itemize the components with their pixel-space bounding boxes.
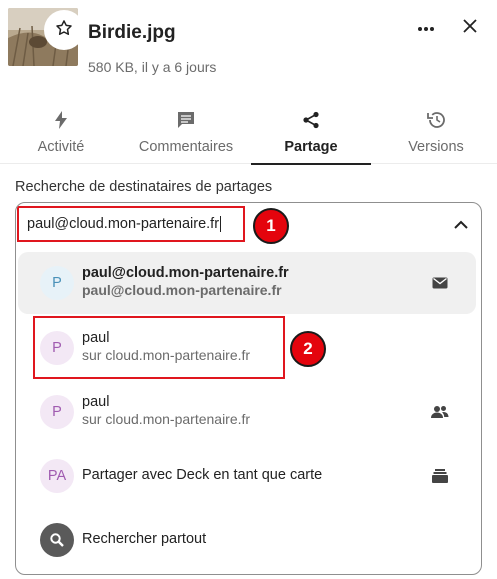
file-name: Birdie.jpg (88, 22, 176, 43)
annotation-badge-2: 2 (290, 331, 326, 367)
option-title: Rechercher partout (82, 531, 207, 547)
option-email-recipient[interactable]: P paul@cloud.mon-partenaire.fr paul@clou… (18, 252, 476, 314)
lightning-icon (51, 110, 71, 130)
star-icon (54, 18, 74, 43)
search-icon (40, 523, 74, 557)
more-actions-button[interactable] (410, 14, 442, 42)
tab-sharing[interactable]: Partage (251, 102, 371, 165)
option-subtitle: paul@cloud.mon-partenaire.fr (82, 282, 282, 298)
share-search-value: paul@cloud.mon-partenaire.fr (27, 216, 220, 232)
email-icon (430, 273, 450, 293)
close-icon (463, 18, 477, 38)
tab-versions[interactable]: Versions (376, 102, 496, 164)
history-icon (426, 110, 446, 130)
deck-icon (430, 466, 450, 486)
option-federated-group[interactable]: P paul sur cloud.mon-partenaire.fr (18, 381, 476, 443)
option-subtitle: sur cloud.mon-partenaire.fr (82, 411, 251, 427)
favorite-button[interactable] (44, 10, 84, 50)
option-share-deck-card[interactable]: PA Partager avec Deck en tant que carte (18, 445, 476, 507)
share-recipient-combobox: paul@cloud.mon-partenaire.fr P paul@clou… (15, 202, 482, 575)
option-title: paul@cloud.mon-partenaire.fr (82, 265, 289, 281)
group-icon (430, 402, 450, 422)
option-search-everywhere[interactable]: Rechercher partout (18, 509, 476, 571)
text-cursor (220, 216, 222, 232)
close-button[interactable] (454, 14, 486, 42)
share-search-label: Recherche de destinataires de partages (15, 179, 273, 195)
annotation-highlight-box (33, 316, 285, 379)
combobox-input-row: paul@cloud.mon-partenaire.fr (16, 203, 481, 249)
tab-activity[interactable]: Activité (1, 102, 121, 164)
share-icon (301, 110, 321, 130)
comment-icon (176, 110, 196, 130)
more-horizontal-icon (417, 19, 435, 37)
sidebar-tabs: Activité Commentaires Partage Versions (0, 102, 497, 165)
chevron-up-icon (454, 216, 468, 234)
annotation-badge-1: 1 (253, 208, 289, 244)
sidebar-header: Birdie.jpg 580 KB, il y a 6 jours (0, 0, 497, 96)
tab-comments[interactable]: Commentaires (126, 102, 246, 164)
option-title: Partager avec Deck en tant que carte (82, 467, 323, 483)
option-title: paul (82, 394, 110, 410)
avatar: P (40, 395, 74, 429)
avatar: P (40, 266, 74, 300)
avatar: PA (40, 459, 74, 493)
collapse-dropdown-button[interactable] (451, 215, 471, 235)
share-search-input[interactable]: paul@cloud.mon-partenaire.fr (17, 206, 245, 242)
file-meta: 580 KB, il y a 6 jours (88, 59, 217, 75)
